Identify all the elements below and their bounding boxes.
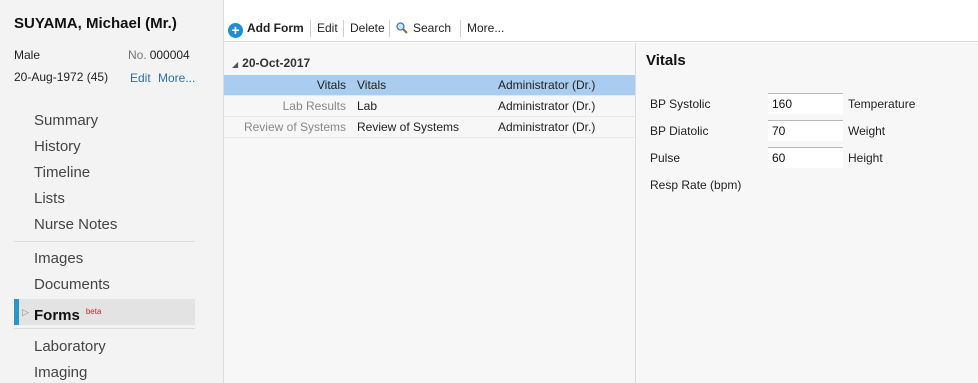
bp-systolic-label: BP Systolic: [650, 97, 711, 111]
toolbar-separator: [460, 20, 461, 37]
patient-edit-link[interactable]: Edit: [130, 71, 151, 85]
pulse-field[interactable]: 60: [768, 147, 843, 168]
delete-button[interactable]: Delete: [350, 14, 385, 42]
form-category: Lab Results: [282, 99, 346, 113]
sidebar-item-history[interactable]: History: [14, 134, 195, 160]
form-category: Vitals: [316, 78, 346, 92]
vitals-panel: Vitals BP Systolic 160 Temperature BP Di…: [636, 43, 978, 383]
table-row[interactable]: Vitals Vitals Administrator (Dr.): [224, 75, 635, 96]
temperature-label: Temperature: [848, 97, 916, 111]
more-button[interactable]: More...: [467, 14, 504, 42]
height-label: Height: [848, 151, 883, 165]
search-label: Search: [413, 21, 452, 35]
date-group-label: 20-Oct-2017: [242, 56, 311, 70]
nav-group-diagnostics: Laboratory Imaging: [14, 334, 195, 383]
forms-list: ◢ 20-Oct-2017 Vitals Vitals Administrator…: [224, 43, 635, 383]
patient-number-value: 000004: [149, 48, 190, 62]
patient-more-link[interactable]: More...: [158, 71, 195, 85]
date-group-header[interactable]: ◢ 20-Oct-2017: [232, 56, 310, 70]
add-circle-icon: +: [228, 23, 243, 38]
sidebar-item-images[interactable]: Images: [14, 246, 195, 272]
bp-diastolic-label: BP Diatolic: [650, 124, 709, 138]
form-author: Administrator (Dr.): [498, 78, 596, 92]
sidebar-item-nurse-notes[interactable]: Nurse Notes: [14, 212, 195, 238]
toolbar-separator: [310, 20, 311, 37]
magnifier-icon: [396, 22, 408, 34]
toolbar-separator: [343, 20, 344, 37]
edit-button[interactable]: Edit: [317, 14, 338, 42]
patient-sex: Male: [14, 48, 41, 62]
patient-dob: 20-Aug-1972 (45): [14, 70, 109, 84]
triangle-right-icon: ▷: [22, 307, 29, 317]
patient-number: No. 000004: [128, 48, 190, 62]
sidebar-item-timeline[interactable]: Timeline: [14, 160, 195, 186]
form-category: Review of Systems: [243, 120, 346, 134]
vitals-title: Vitals: [646, 52, 686, 69]
form-name: Vitals: [357, 78, 387, 92]
bp-systolic-field[interactable]: 160: [768, 93, 843, 114]
add-form-button[interactable]: + Add Form: [228, 14, 304, 42]
triangle-down-icon: ◢: [232, 60, 239, 69]
resp-rate-label: Resp Rate (bpm): [650, 178, 742, 192]
toolbar-separator: [389, 20, 390, 37]
patient-name: SUYAMA, Michael (Mr.): [14, 15, 177, 32]
patient-number-label: No.: [128, 48, 147, 62]
form-author: Administrator (Dr.): [498, 99, 596, 113]
nav-divider: [14, 241, 195, 242]
sidebar-item-documents[interactable]: Documents: [14, 272, 195, 298]
nav-group-records: Images Documents ▷ Forms beta: [14, 246, 195, 325]
sidebar-item-lists[interactable]: Lists: [14, 186, 195, 212]
form-name: Lab: [357, 99, 378, 113]
form-author: Administrator (Dr.): [498, 120, 596, 134]
add-form-label: Add Form: [247, 21, 304, 35]
sidebar-item-summary[interactable]: Summary: [14, 108, 195, 134]
form-name: Review of Systems: [357, 120, 460, 134]
sidebar-item-imaging[interactable]: Imaging: [14, 360, 195, 383]
search-button[interactable]: Search: [396, 14, 451, 42]
toolbar: + Add Form Edit Delete Search More...: [224, 14, 978, 42]
patient-sidebar: SUYAMA, Michael (Mr.) Male No. 000004 20-…: [0, 0, 224, 383]
table-row[interactable]: Lab Results Lab Administrator (Dr.): [224, 96, 635, 117]
active-indicator: [14, 299, 19, 325]
nav-divider: [14, 328, 195, 329]
table-row[interactable]: Review of Systems Review of Systems Admi…: [224, 117, 635, 138]
beta-badge: beta: [85, 307, 102, 316]
sidebar-item-laboratory[interactable]: Laboratory: [14, 334, 195, 360]
pulse-label: Pulse: [650, 151, 681, 165]
sidebar-item-forms-label: Forms: [34, 307, 80, 324]
bp-diastolic-field[interactable]: 70: [768, 120, 843, 141]
sidebar-item-forms[interactable]: ▷ Forms beta: [14, 299, 195, 325]
weight-label: Weight: [848, 124, 886, 138]
nav-group-clinical: Summary History Timeline Lists Nurse Not…: [14, 108, 195, 238]
